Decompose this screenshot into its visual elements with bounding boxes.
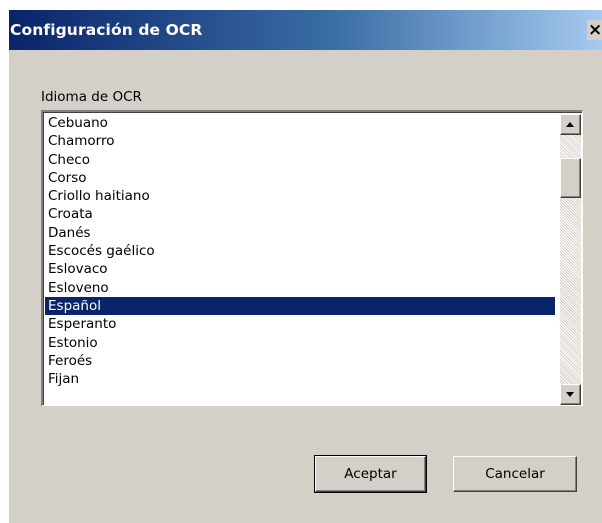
language-option[interactable]: Eslovaco bbox=[45, 260, 555, 278]
cancel-button[interactable]: Cancelar bbox=[453, 456, 577, 492]
scroll-up-button[interactable] bbox=[560, 114, 581, 135]
vertical-scrollbar[interactable] bbox=[560, 114, 581, 405]
language-option[interactable]: Cebuano bbox=[45, 114, 555, 132]
ocr-language-listbox[interactable]: Cebuano Chamorro Checo Corso Criollo haitian… bbox=[41, 110, 583, 406]
arrow-up-icon bbox=[566, 122, 574, 127]
accept-button[interactable]: Aceptar bbox=[314, 455, 427, 493]
language-option[interactable]: Esloveno bbox=[45, 279, 555, 297]
language-option[interactable]: Criollo haitiano bbox=[45, 187, 555, 205]
language-option[interactable]: Corso bbox=[45, 169, 555, 187]
dialog-title: Configuración de OCR bbox=[10, 21, 203, 39]
language-option[interactable]: Checo bbox=[45, 151, 555, 169]
language-option[interactable]: Chamorro bbox=[45, 132, 555, 150]
scrollbar-thumb[interactable] bbox=[560, 158, 581, 198]
ocr-language-label: Idioma de OCR bbox=[41, 89, 142, 105]
ocr-settings-dialog: Configuración de OCR × Idioma de OCR Ceb… bbox=[9, 10, 602, 523]
language-option[interactable]: Danés bbox=[45, 224, 555, 242]
close-icon[interactable]: × bbox=[587, 20, 602, 40]
language-option[interactable]: Español bbox=[45, 296, 555, 316]
language-option[interactable]: Esperanto bbox=[45, 315, 555, 333]
language-option[interactable]: Fijan bbox=[45, 370, 555, 388]
arrow-down-icon bbox=[566, 392, 574, 397]
language-option[interactable]: Estonio bbox=[45, 334, 555, 352]
scroll-down-button[interactable] bbox=[560, 384, 581, 405]
language-option[interactable]: Escocés gaélico bbox=[45, 242, 555, 260]
language-option[interactable]: Feroés bbox=[45, 352, 555, 370]
title-bar[interactable]: Configuración de OCR × bbox=[9, 10, 602, 50]
language-list: Cebuano Chamorro Checo Corso Criollo haitian… bbox=[45, 114, 555, 388]
language-option[interactable]: Croata bbox=[45, 205, 555, 223]
